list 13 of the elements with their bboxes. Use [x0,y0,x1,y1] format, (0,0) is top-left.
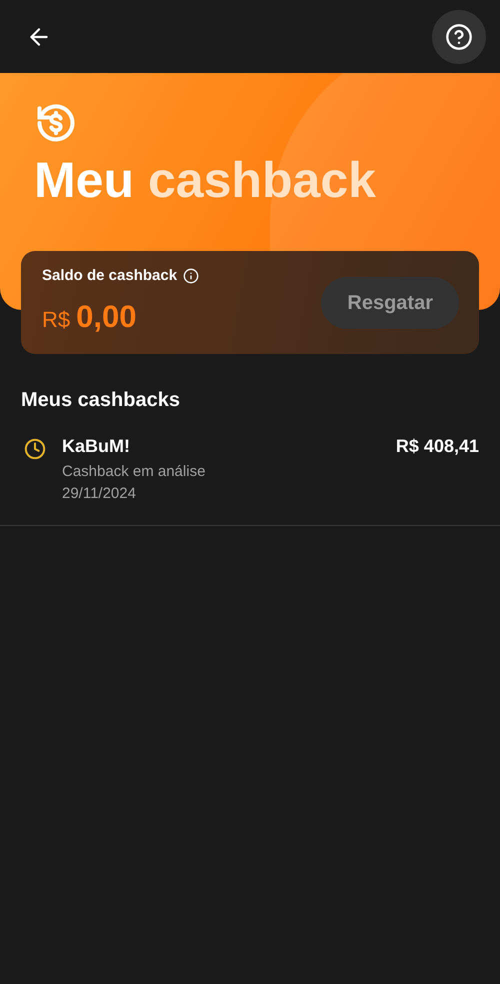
page-title-accent: cashback [148,155,376,205]
balance-label: Saldo de cashback [42,266,178,286]
store-name: KaBuM! [62,435,131,458]
info-icon [183,268,200,284]
balance-amount: 0,00 [76,298,136,336]
cashback-amount: R$ 408,41 [396,435,479,458]
cashback-item[interactable]: KaBuM! Cashback em análise 29/11/2024 R$ 408,41 [0,433,500,526]
section-title: Meus cashbacks [20,388,181,413]
help-icon [445,22,473,50]
currency-label: R$ [42,306,70,334]
cashback-date: 29/11/2024 [62,484,137,504]
page-title: Meu [34,155,134,205]
cashback-status: Cashback em análise [62,462,206,482]
